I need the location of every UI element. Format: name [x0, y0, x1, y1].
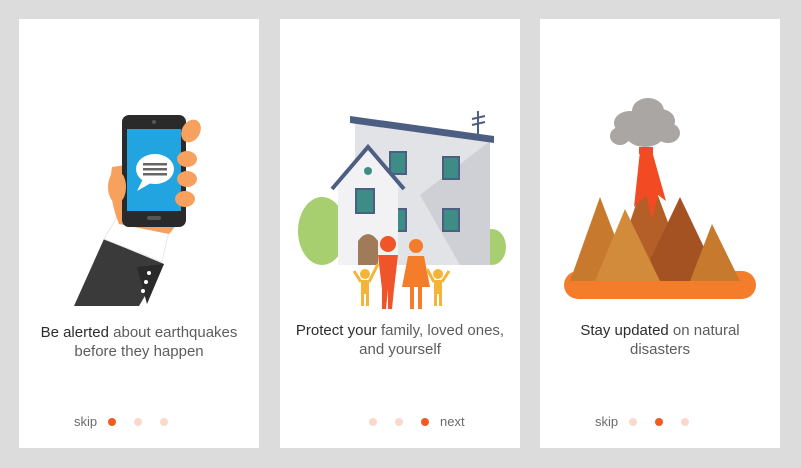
pager-nav: next — [280, 413, 520, 431]
house-family-icon — [298, 111, 506, 309]
page-dot-1[interactable] — [108, 418, 116, 426]
page-dot-2[interactable] — [134, 418, 142, 426]
card-1-caption: Be alerted about earthquakes before they… — [40, 324, 238, 360]
skip-button[interactable]: skip — [595, 414, 618, 429]
phone-in-hand-icon — [74, 115, 201, 306]
card-2-caption: Protect your family, loved ones, and you… — [295, 322, 505, 358]
volcano-icon — [564, 98, 756, 299]
page-dot-1[interactable] — [369, 418, 377, 426]
page-dot-3[interactable] — [421, 418, 429, 426]
onboarding-card-1: Be alerted about earthquakes before they… — [19, 19, 259, 448]
skip-button[interactable]: skip — [74, 414, 97, 429]
pager-nav: skip — [19, 413, 259, 431]
page-dot-2[interactable] — [655, 418, 663, 426]
next-button[interactable]: next — [440, 414, 465, 429]
page-dot-2[interactable] — [395, 418, 403, 426]
pager-nav: skip — [540, 413, 780, 431]
card-3-caption: Stay updated on natural disasters — [580, 322, 740, 358]
onboarding-card-2: Protect your family, loved ones, and you… — [280, 19, 520, 448]
onboarding-card-3: Stay updated on natural disasters skip — [540, 19, 780, 448]
page-dot-3[interactable] — [160, 418, 168, 426]
page-dot-3[interactable] — [681, 418, 689, 426]
page-dot-1[interactable] — [629, 418, 637, 426]
